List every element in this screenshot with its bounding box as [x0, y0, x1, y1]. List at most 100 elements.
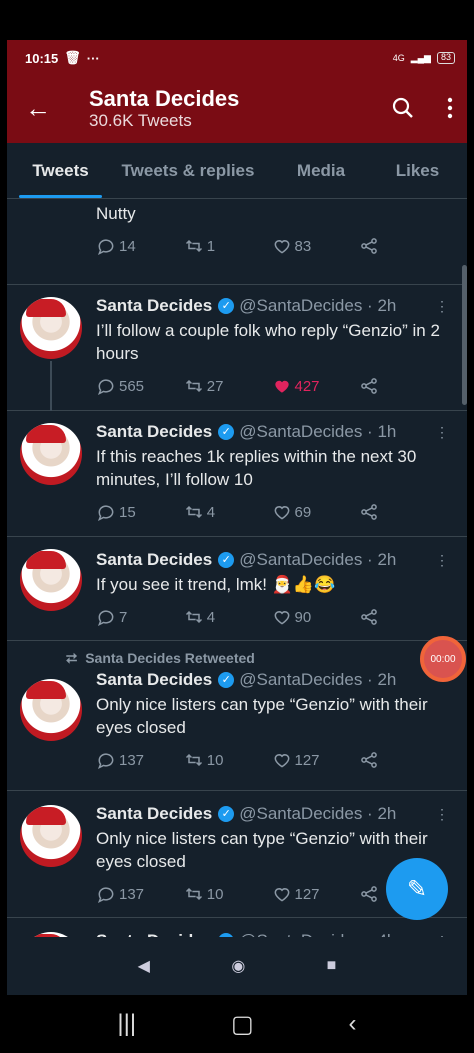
verified-badge-icon: ✓	[218, 424, 235, 440]
reply-button[interactable]: 7	[96, 607, 184, 627]
tweet-text: I’ll follow a couple folk who reply “Gen…	[96, 321, 440, 363]
display-name[interactable]: Santa Decides	[96, 670, 212, 690]
verified-badge-icon: ✓	[218, 552, 235, 568]
like-count: 83	[294, 237, 312, 255]
app-screen: 10:15 🗑 ··· 4G ▂▄▆ 83 ← Santa Decides 30…	[7, 40, 467, 995]
verified-badge-icon: ✓	[218, 298, 235, 314]
status-bar: 10:15 🗑 ··· 4G ▂▄▆ 83	[7, 40, 467, 76]
share-button[interactable]	[359, 750, 447, 770]
tab-tweets[interactable]: Tweets	[7, 143, 102, 198]
like-button[interactable]: 427	[272, 376, 360, 396]
reply-count: 7	[119, 608, 128, 626]
tweet-item[interactable]: Santa Decides ✓ @SantaDecides · 4h ⋮	[7, 918, 467, 939]
reply-icon	[97, 239, 114, 256]
tweet-item[interactable]: ⮂ Santa Decides Retweeted Santa Decides …	[7, 641, 467, 791]
tweet-item[interactable]: Santa Decides ✓ @SantaDecides · 1h ⋮ If …	[7, 411, 467, 537]
retweet-button[interactable]: 27	[184, 376, 272, 396]
battery-level: 83	[436, 52, 455, 64]
like-count: 127	[294, 751, 320, 769]
like-count: 427	[294, 377, 320, 395]
tweet-text: If you see it trend, lmk! 🎅👍😂	[96, 575, 336, 594]
retweet-button[interactable]: 10	[184, 750, 272, 770]
share-button[interactable]	[359, 502, 447, 522]
compose-tweet-button[interactable]: ✎	[386, 858, 448, 920]
avatar[interactable]	[20, 423, 82, 485]
share-icon	[361, 609, 378, 625]
back-chevron-icon[interactable]: ‹	[349, 1010, 357, 1038]
reply-button[interactable]: 137	[96, 884, 184, 904]
overflow-menu-icon[interactable]	[447, 97, 453, 119]
reply-icon	[97, 753, 114, 770]
handle-and-time: @SantaDecides · 2h	[239, 550, 397, 569]
retweet-banner: ⮂ Santa Decides Retweeted	[66, 641, 447, 667]
nav-back-icon[interactable]: ◀	[138, 956, 150, 976]
nav-recents-icon[interactable]: ■	[327, 957, 337, 975]
profile-tabs: Tweets Tweets & replies Media Likes	[7, 143, 467, 199]
heart-icon	[274, 611, 289, 625]
share-icon	[361, 378, 378, 394]
display-name[interactable]: Santa Decides	[96, 804, 212, 824]
search-icon[interactable]	[391, 96, 415, 120]
compose-feather-icon: ✎	[406, 875, 428, 903]
tweet-text: If this reaches 1k replies within the ne…	[96, 447, 417, 489]
avatar[interactable]	[20, 679, 82, 741]
trash-icon: 🗑	[64, 50, 81, 65]
like-button[interactable]: 83	[272, 236, 360, 256]
home-icon[interactable]: ▢	[231, 1010, 254, 1039]
retweet-button[interactable]: 10	[184, 884, 272, 904]
share-icon	[361, 886, 378, 902]
like-button[interactable]: 90	[272, 607, 360, 627]
heart-filled-icon	[274, 380, 289, 393]
retweet-count: 27	[206, 377, 224, 395]
reply-button[interactable]: 15	[96, 502, 184, 522]
like-button[interactable]: 69	[272, 502, 360, 522]
like-count: 127	[294, 885, 320, 903]
tweet-menu-icon[interactable]: ⋮	[435, 298, 449, 315]
retweet-icon	[185, 753, 202, 767]
verified-badge-icon: ✓	[218, 806, 235, 822]
reply-button[interactable]: 14	[96, 236, 184, 256]
tweet-menu-icon[interactable]: ⋮	[435, 552, 449, 569]
heart-icon	[274, 506, 289, 520]
avatar[interactable]	[20, 297, 82, 359]
display-name[interactable]: Santa Decides	[96, 296, 212, 316]
tweet-menu-icon[interactable]: ⋮	[435, 806, 449, 823]
reply-button[interactable]: 565	[96, 376, 184, 396]
retweet-button[interactable]: 4	[184, 607, 272, 627]
tab-media[interactable]: Media	[274, 143, 368, 198]
handle-and-time: @SantaDecides · 2h	[239, 296, 397, 315]
retweet-banner-text: Santa Decides Retweeted	[85, 650, 255, 666]
retweet-count: 10	[206, 751, 224, 769]
reply-count: 137	[119, 751, 145, 769]
tweet-menu-icon[interactable]: ⋮	[435, 424, 449, 441]
recent-apps-icon[interactable]: |||	[117, 1010, 136, 1038]
avatar[interactable]	[20, 805, 82, 867]
tweet-item[interactable]: Santa Decides ✓ @SantaDecides · 2h ⋮ If …	[7, 537, 467, 641]
reply-button[interactable]: 137	[96, 750, 184, 770]
retweet-count: 4	[206, 608, 216, 626]
scrollbar[interactable]	[462, 265, 467, 405]
tweet-timeline[interactable]: Nutty 14 1 83 Santa Decides ✓ @SantaDeci…	[7, 199, 467, 939]
retweet-button[interactable]: 1	[184, 236, 272, 256]
like-button[interactable]: 127	[272, 884, 360, 904]
avatar[interactable]	[20, 549, 82, 611]
display-name[interactable]: Santa Decides	[96, 422, 212, 442]
like-count: 69	[294, 503, 312, 521]
reply-icon	[97, 379, 114, 396]
reply-count: 14	[119, 237, 136, 255]
share-button[interactable]	[359, 236, 447, 256]
like-button[interactable]: 127	[272, 750, 360, 770]
share-icon	[361, 752, 378, 768]
retweet-button[interactable]: 4	[184, 502, 272, 522]
screen-recorder-badge[interactable]: 00:00	[420, 636, 466, 682]
back-arrow-icon[interactable]: ←	[25, 93, 55, 124]
display-name[interactable]: Santa Decides	[96, 550, 212, 570]
nav-home-icon[interactable]: ◉	[231, 956, 245, 976]
tab-tweets-replies[interactable]: Tweets & replies	[102, 143, 274, 198]
tweet-item[interactable]: Santa Decides ✓ @SantaDecides · 2h ⋮ I’l…	[7, 285, 467, 411]
share-button[interactable]	[359, 607, 447, 627]
recorder-time: 00:00	[430, 653, 456, 665]
tweet-item[interactable]: Nutty 14 1 83	[7, 201, 467, 285]
tab-likes[interactable]: Likes	[368, 143, 467, 198]
share-button[interactable]	[359, 376, 447, 396]
